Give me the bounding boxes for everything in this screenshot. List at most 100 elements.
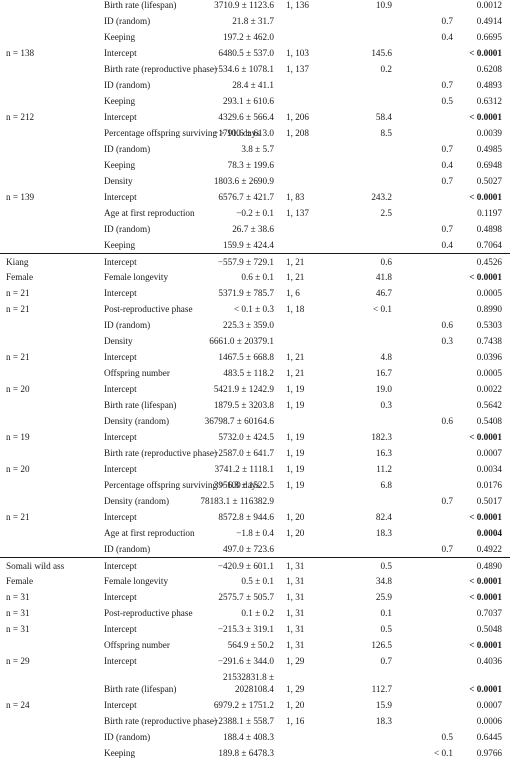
estimate-cell: 36798.7 ± 60164.6	[204, 416, 274, 426]
p-value-cell: 0.4526	[476, 257, 502, 267]
estimate-cell: 5371.9 ± 785.7	[218, 288, 274, 298]
variance-cell: 0.7	[441, 496, 453, 506]
p-value-cell: < 0.0001	[469, 684, 502, 694]
variance-cell: 0.7	[441, 80, 453, 90]
estimate-cell: −1.8 ± 0.4	[236, 528, 274, 538]
term-cell: Birth rate (lifespan)	[104, 0, 177, 10]
p-value-cell: 0.8990	[476, 304, 502, 314]
estimate-cell: 3956.3 ± 1522.5	[213, 480, 274, 490]
estimate-cell: 6576.7 ± 421.7	[218, 192, 274, 202]
estimate-cell: < 0.1 ± 0.3	[233, 304, 274, 314]
term-cell: Keeping	[104, 748, 136, 758]
estimate-cell: 6661.0 ± 20379.1	[209, 336, 274, 346]
p-value-cell: 0.0004	[476, 528, 502, 538]
table-row: n = 21 Intercept 1467.5 ± 668.8 1, 21 4.8 0.0…	[0, 349, 510, 365]
term-cell: Age at first reproduction	[104, 528, 195, 538]
table-row: n = 31 Intercept −215.3 ± 319.1 1, 31 0.5 0.5…	[0, 621, 510, 637]
estimate-cell: 1803.6 ± 2690.9	[213, 176, 274, 186]
p-value-cell: 0.5408	[476, 416, 502, 426]
df-cell: 1, 19	[286, 384, 305, 394]
estimate-cell: 497.0 ± 723.6	[223, 544, 274, 554]
term-cell: ID (random)	[104, 320, 151, 330]
term-cell: Intercept	[104, 624, 137, 634]
estimate-cell: −557.9 ± 729.1	[217, 257, 274, 267]
f-value-cell: 4.8	[380, 352, 392, 362]
estimate-cell: 5732.0 ± 424.5	[218, 432, 274, 442]
table-row: Kiang Intercept −557.9 ± 729.1 1, 21 0.6 0.45…	[0, 253, 510, 270]
df-cell: 1, 136	[286, 0, 309, 10]
table-row: ID (random) 26.7 ± 38.6 0.7 0.4898	[0, 221, 510, 237]
f-value-cell: 19.0	[375, 384, 392, 394]
variance-cell: 0.4	[441, 160, 453, 170]
p-value-cell: 0.6445	[476, 732, 502, 742]
variance-cell: 0.7	[441, 544, 453, 554]
row-group-label: n = 139	[6, 192, 35, 202]
p-value-cell: 0.5027	[476, 176, 502, 186]
row-group-label: n = 29	[6, 656, 30, 666]
estimate-cell: 6979.2 ± 1751.2	[213, 700, 274, 710]
term-cell: Birth rate (lifespan)	[104, 400, 177, 410]
row-group-label: n = 24	[6, 700, 30, 710]
p-value-cell: 0.4890	[476, 561, 502, 571]
df-cell: 1, 29	[286, 684, 305, 694]
row-group-label: n = 20	[6, 464, 30, 474]
table-row: ID (random) 188.4 ± 408.3 0.5 0.6445	[0, 729, 510, 745]
estimate-cell: −2587.0 ± 641.7	[213, 448, 274, 458]
row-group-label: n = 138	[6, 48, 35, 58]
df-cell: 1, 31	[286, 640, 305, 650]
row-group-label: n = 21	[6, 304, 30, 314]
p-value-cell: 0.6312	[476, 96, 502, 106]
p-value-cell: 0.4898	[476, 224, 502, 234]
row-group-label: n = 21	[6, 352, 30, 362]
table-row: n = 212 Intercept 4329.6 ± 566.4 1, 206 58.4…	[0, 109, 510, 125]
row-group-label: n = 19	[6, 432, 30, 442]
table-row: Offspring number 564.9 ± 50.2 1, 31 126.5 < …	[0, 637, 510, 653]
estimate-cell: −534.6 ± 1078.1	[213, 64, 274, 74]
term-cell: Intercept	[104, 384, 137, 394]
term-cell: Offspring number	[104, 640, 170, 650]
p-value-cell: 0.0006	[476, 716, 502, 726]
p-value-cell: 0.0007	[476, 448, 502, 458]
row-group-label: n = 21	[6, 288, 30, 298]
table-row: Female Female longevity 0.6 ± 0.1 1, 21 41.8…	[0, 269, 510, 285]
table-row: n = 139 Intercept 6576.7 ± 421.7 1, 83 243.2…	[0, 189, 510, 205]
estimate-cell: 197.2 ± 462.0	[223, 32, 274, 42]
df-cell: 1, 29	[286, 656, 305, 666]
df-cell: 1, 21	[286, 368, 305, 378]
f-value-cell: 243.2	[371, 192, 392, 202]
term-cell: Intercept	[104, 561, 137, 571]
p-value-cell: 0.4914	[476, 16, 502, 26]
f-value-cell: 182.3	[371, 432, 392, 442]
f-value-cell: 0.1	[380, 608, 392, 618]
table-row: Age at first reproduction −0.2 ± 0.1 1, 13…	[0, 205, 510, 221]
df-cell: 1, 206	[286, 112, 309, 122]
variance-cell: 0.7	[441, 176, 453, 186]
estimate-cell: 26.7 ± 38.6	[232, 224, 274, 234]
estimate-cell: 3741.2 ± 1118.1	[214, 464, 275, 474]
term-cell: Offspring number	[104, 368, 170, 378]
term-cell: Intercept	[104, 112, 137, 122]
table-row: Birth rate (reproductive phase) −2388.1 ±…	[0, 713, 510, 729]
p-value-cell: < 0.0001	[469, 592, 502, 602]
p-value-cell: < 0.0001	[469, 112, 502, 122]
term-cell: Density (random)	[104, 496, 170, 506]
term-cell: Intercept	[104, 512, 137, 522]
estimate-cell: 4329.6 ± 566.4	[218, 112, 274, 122]
variance-cell: 0.6	[441, 320, 453, 330]
variance-cell: 0.6	[441, 416, 453, 426]
estimate-cell: 8572.8 ± 944.6	[218, 512, 274, 522]
df-cell: 1, 31	[286, 608, 305, 618]
term-cell: Keeping	[104, 32, 136, 42]
table-row: Percentage offspring surviving > 100 day…	[0, 125, 510, 141]
table-row: Keeping 78.3 ± 199.6 0.4 0.6948	[0, 157, 510, 173]
table-row: ID (random) 3.8 ± 5.7 0.7 0.4985	[0, 141, 510, 157]
table-row: Density (random) 36798.7 ± 60164.6 0.6 0.54…	[0, 413, 510, 429]
df-cell: 1, 21	[286, 272, 305, 282]
p-value-cell: 0.6208	[476, 64, 502, 74]
p-value-cell: 0.4922	[476, 544, 502, 554]
f-value-cell: 16.7	[375, 368, 392, 378]
f-value-cell: 34.8	[375, 576, 392, 586]
row-group-label: n = 212	[6, 112, 35, 122]
f-value-cell: < 0.1	[373, 304, 392, 314]
table-row: n = 21 Intercept 5371.9 ± 785.7 1, 6 46.7 0.0…	[0, 285, 510, 301]
